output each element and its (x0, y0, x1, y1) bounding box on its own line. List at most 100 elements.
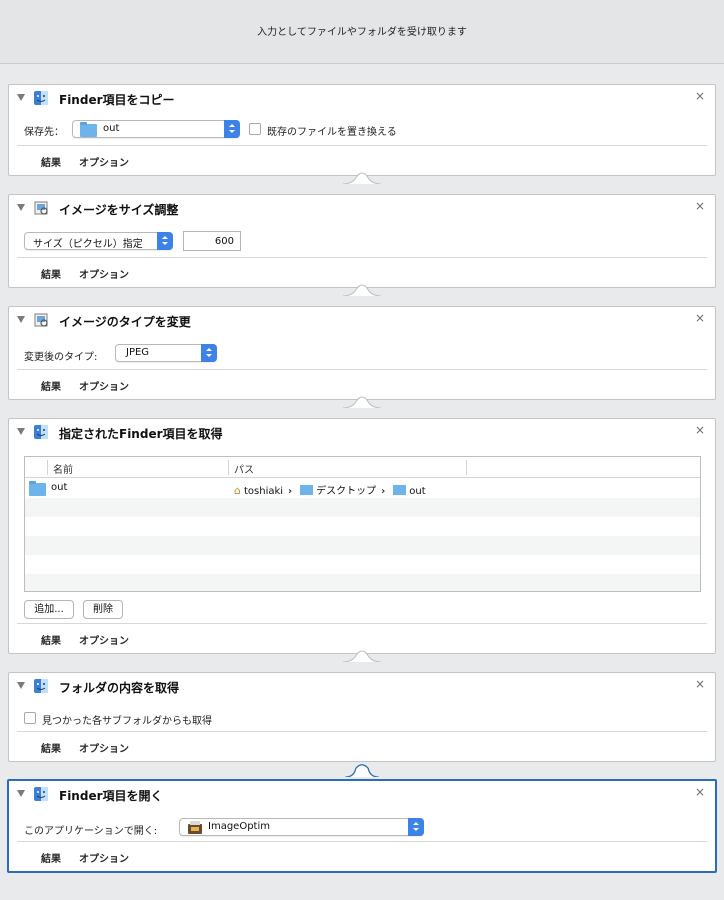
workflow-input-header: 入力としてファイルやフォルダを受け取ります (0, 0, 724, 64)
action-connector (343, 650, 381, 662)
action-connector (343, 284, 381, 296)
finder-icon (34, 787, 48, 801)
folder-icon (29, 481, 46, 496)
results-button[interactable]: 結果 (41, 850, 61, 865)
folder-icon (393, 485, 407, 495)
options-button[interactable]: オプション (79, 266, 129, 281)
action-footer: 結果 オプション (17, 841, 707, 871)
workflow-input-text: 入力としてファイルやフォルダを受け取ります (257, 27, 467, 38)
options-button[interactable]: オプション (79, 378, 129, 393)
options-button[interactable]: オプション (79, 850, 129, 865)
close-icon[interactable]: × (695, 785, 705, 799)
close-icon[interactable]: × (695, 311, 705, 325)
close-icon[interactable]: × (695, 199, 705, 213)
remove-button[interactable]: 削除 (83, 600, 123, 619)
finder-icon (34, 91, 48, 105)
action-header[interactable]: フォルダの内容を取得 × (9, 673, 715, 701)
action-header[interactable]: イメージのタイプを変更 × (9, 307, 715, 335)
results-button[interactable]: 結果 (41, 740, 61, 755)
table-row-empty (25, 574, 700, 591)
action-title: 指定されたFinder項目を取得 (59, 427, 223, 441)
table-row-empty (25, 517, 700, 536)
results-button[interactable]: 結果 (41, 378, 61, 393)
path-desktop: デスクトップ (316, 486, 377, 497)
results-button[interactable]: 結果 (41, 266, 61, 281)
disclosure-triangle-icon[interactable] (17, 428, 25, 435)
items-table[interactable]: 名前 パス out ⌂ toshiaki › デスクトップ › out (24, 456, 701, 592)
chevron-updown-icon (157, 232, 173, 250)
scale-mode-value: サイズ（ピクセル）指定 (33, 239, 143, 250)
action-copy-finder-items[interactable]: Finder項目をコピー × 保存先： out 既存のファイルを置き換える 結果… (8, 84, 716, 176)
action-title: イメージのタイプを変更 (59, 315, 191, 329)
size-field[interactable] (183, 231, 241, 251)
finder-icon (34, 679, 48, 693)
action-get-folder-contents[interactable]: フォルダの内容を取得 × 見つかった各サブフォルダからも取得 結果 オプション (8, 672, 716, 762)
folder-icon (80, 122, 97, 137)
column-header-path[interactable]: パス (234, 461, 254, 476)
application-value: ImageOptim (208, 821, 270, 832)
action-open-finder-items[interactable]: Finder項目を開く × このアプリケーションで開く: ImageOptim … (7, 779, 717, 873)
options-button[interactable]: オプション (79, 154, 129, 169)
chevron-updown-icon (408, 818, 424, 836)
path-separator: › (288, 486, 293, 497)
close-icon[interactable]: × (695, 677, 705, 691)
action-connector (343, 172, 381, 184)
action-get-specified-finder-items[interactable]: 指定されたFinder項目を取得 × 名前 パス out ⌂ toshiaki › デ… (8, 418, 716, 654)
size-input[interactable] (184, 232, 240, 250)
destination-popup[interactable]: out (72, 120, 240, 138)
disclosure-triangle-icon[interactable] (17, 94, 25, 101)
disclosure-triangle-icon[interactable] (17, 204, 25, 211)
action-scale-images[interactable]: イメージをサイズ調整 × サイズ（ピクセル）指定 結果 オプション (8, 194, 716, 288)
table-header: 名前 パス (25, 457, 700, 478)
results-button[interactable]: 結果 (41, 632, 61, 647)
disclosure-triangle-icon[interactable] (17, 682, 25, 689)
image-type-value: JPEG (126, 347, 150, 358)
action-footer: 結果 オプション (17, 731, 707, 761)
action-title: Finder項目をコピー (59, 93, 175, 107)
recurse-subfolders-checkbox[interactable] (24, 712, 36, 724)
destination-value: out (103, 123, 120, 134)
row-name: out (51, 482, 68, 493)
action-title: イメージをサイズ調整 (59, 203, 179, 217)
finder-icon (34, 425, 48, 439)
chevron-updown-icon (224, 120, 240, 138)
table-row-empty (25, 498, 700, 517)
application-popup[interactable]: ImageOptim (179, 818, 424, 836)
table-row[interactable]: out ⌂ toshiaki › デスクトップ › out (25, 479, 700, 498)
action-header[interactable]: イメージをサイズ調整 × (9, 195, 715, 223)
options-button[interactable]: オプション (79, 632, 129, 647)
row-path: ⌂ toshiaki › デスクトップ › out (234, 482, 426, 497)
close-icon[interactable]: × (695, 423, 705, 437)
action-header[interactable]: Finder項目を開く × (9, 781, 715, 809)
path-separator: › (381, 486, 386, 497)
preview-icon (34, 201, 48, 215)
replace-existing-label: 既存のファイルを置き換える (267, 127, 397, 138)
close-icon[interactable]: × (695, 89, 705, 103)
action-connector-active (345, 764, 379, 777)
action-title: フォルダの内容を取得 (59, 681, 180, 695)
destination-label: 保存先： (24, 127, 64, 138)
image-type-popup[interactable]: JPEG (115, 344, 217, 362)
imageoptim-icon (188, 821, 202, 834)
scale-mode-popup[interactable]: サイズ（ピクセル）指定 (24, 232, 173, 250)
open-with-label: このアプリケーションで開く: (24, 826, 158, 837)
recurse-subfolders-label: 見つかった各サブフォルダからも取得 (42, 716, 212, 727)
action-connector (343, 396, 381, 408)
action-header[interactable]: Finder項目をコピー × (9, 85, 715, 113)
disclosure-triangle-icon[interactable] (17, 316, 25, 323)
action-header[interactable]: 指定されたFinder項目を取得 × (9, 419, 715, 447)
type-label: 変更後のタイプ: (24, 352, 98, 363)
folder-icon (300, 485, 314, 495)
home-icon: ⌂ (234, 484, 241, 497)
results-button[interactable]: 結果 (41, 154, 61, 169)
column-divider (47, 460, 48, 475)
add-button[interactable]: 追加... (24, 600, 74, 619)
replace-existing-checkbox[interactable] (249, 123, 261, 135)
options-button[interactable]: オプション (79, 740, 129, 755)
action-change-image-type[interactable]: イメージのタイプを変更 × 変更後のタイプ: JPEG 結果 オプション (8, 306, 716, 400)
column-divider (466, 460, 467, 475)
action-title: Finder項目を開く (59, 789, 163, 803)
column-header-name[interactable]: 名前 (53, 461, 73, 476)
disclosure-triangle-icon[interactable] (17, 790, 25, 797)
table-row-empty (25, 555, 700, 574)
